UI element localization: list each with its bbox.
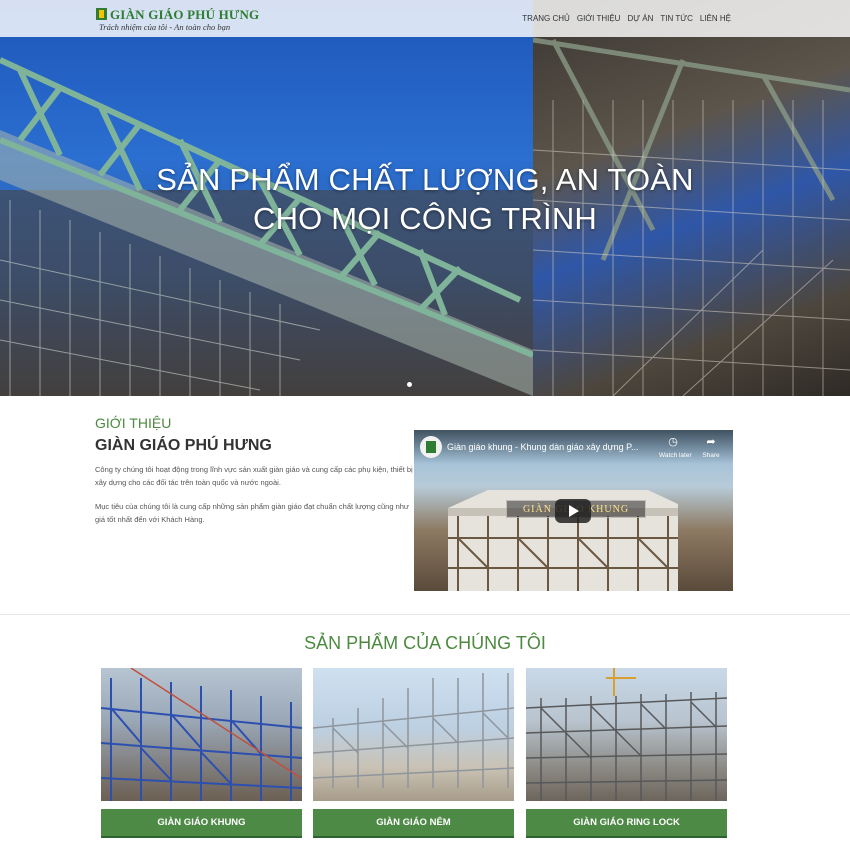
youtube-video-embed[interactable]: Giàn giáo khung - Khung dàn giáo xây dựn… xyxy=(414,430,733,591)
product-image-khung[interactable] xyxy=(101,668,302,801)
main-nav: TRANG CHỦ GIỚI THIỆU DỰ ÁN TIN TỨC LIÊN … xyxy=(522,14,731,23)
nav-item-home[interactable]: TRANG CHỦ xyxy=(522,14,570,23)
hero-title-line-1: SẢN PHẨM CHẤT LƯỢNG, AN TOÀN xyxy=(156,162,694,197)
products-section-title: SẢN PHẨM CỦA CHÚNG TÔI xyxy=(304,633,546,653)
share-label: Share xyxy=(702,452,720,459)
nav-item-contact[interactable]: LIÊN HỆ xyxy=(700,14,731,23)
product-button-khung[interactable]: GIÀN GIÁO KHUNG xyxy=(101,809,302,838)
hero-banner: SẢN PHẨM CHẤT LƯỢNG, AN TOÀN CHO MỌI CÔN… xyxy=(0,0,850,396)
nav-item-news[interactable]: TIN TỨC xyxy=(660,14,692,23)
share-button[interactable]: ➦ Share xyxy=(697,436,725,459)
site-logo[interactable]: GIÀN GIÁO PHÚ HƯNG Trách nhiệm của tôi -… xyxy=(96,6,259,34)
watch-later-button[interactable]: ◷ Watch later xyxy=(659,436,692,459)
site-header: GIÀN GIÁO PHÚ HƯNG Trách nhiệm của tôi -… xyxy=(0,0,850,37)
product-card: GIÀN GIÁO KHUNG xyxy=(101,668,302,838)
page: SẢN PHẨM CHẤT LƯỢNG, AN TOÀN CHO MỌI CÔN… xyxy=(0,0,850,850)
product-image-nem[interactable] xyxy=(313,668,514,801)
hero-title: SẢN PHẨM CHẤT LƯỢNG, AN TOÀN CHO MỌI CÔN… xyxy=(0,160,850,238)
share-icon: ➦ xyxy=(706,436,716,448)
hero-title-line-2: CHO MỌI CÔNG TRÌNH xyxy=(252,201,598,236)
nav-item-projects[interactable]: DỰ ÁN xyxy=(627,14,653,23)
video-thumbnail-image xyxy=(448,490,678,591)
product-image-nem-illustration xyxy=(313,673,514,788)
product-button-ring-lock[interactable]: GIÀN GIÁO RING LOCK xyxy=(526,809,727,838)
intro-section-label: GIỚI THIỆU xyxy=(95,415,172,431)
product-button-nem[interactable]: GIÀN GIÁO NÊM xyxy=(313,809,514,838)
product-card: GIÀN GIÁO RING LOCK xyxy=(526,668,727,838)
nav-item-about[interactable]: GIỚI THIỆU xyxy=(577,14,621,23)
video-title[interactable]: Giàn giáo khung - Khung dàn giáo xây dựn… xyxy=(447,442,639,452)
product-card: GIÀN GIÁO NÊM xyxy=(313,668,514,838)
watch-later-label: Watch later xyxy=(659,452,692,459)
intro-title: GIÀN GIÁO PHÚ HƯNG xyxy=(95,437,272,454)
channel-avatar-icon[interactable] xyxy=(420,436,442,458)
slider-dot[interactable] xyxy=(407,382,412,387)
product-image-khung-illustration xyxy=(101,668,302,801)
logo-tagline: Trách nhiệm của tôi - An toàn cho bạn xyxy=(99,22,231,32)
section-divider xyxy=(0,614,850,615)
intro-paragraph-1: Công ty chúng tôi hoạt động trong lĩnh v… xyxy=(95,465,413,487)
product-image-ring-lock-illustration xyxy=(526,668,727,801)
logo-name: GIÀN GIÁO PHÚ HƯNG xyxy=(110,7,260,22)
clock-icon: ◷ xyxy=(668,436,678,448)
product-image-ring-lock[interactable] xyxy=(526,668,727,801)
intro-paragraph-2: Mục tiêu của chúng tôi là cung cấp những… xyxy=(95,502,409,524)
play-button-icon[interactable] xyxy=(555,499,591,523)
logo-mark-icon xyxy=(96,8,107,20)
